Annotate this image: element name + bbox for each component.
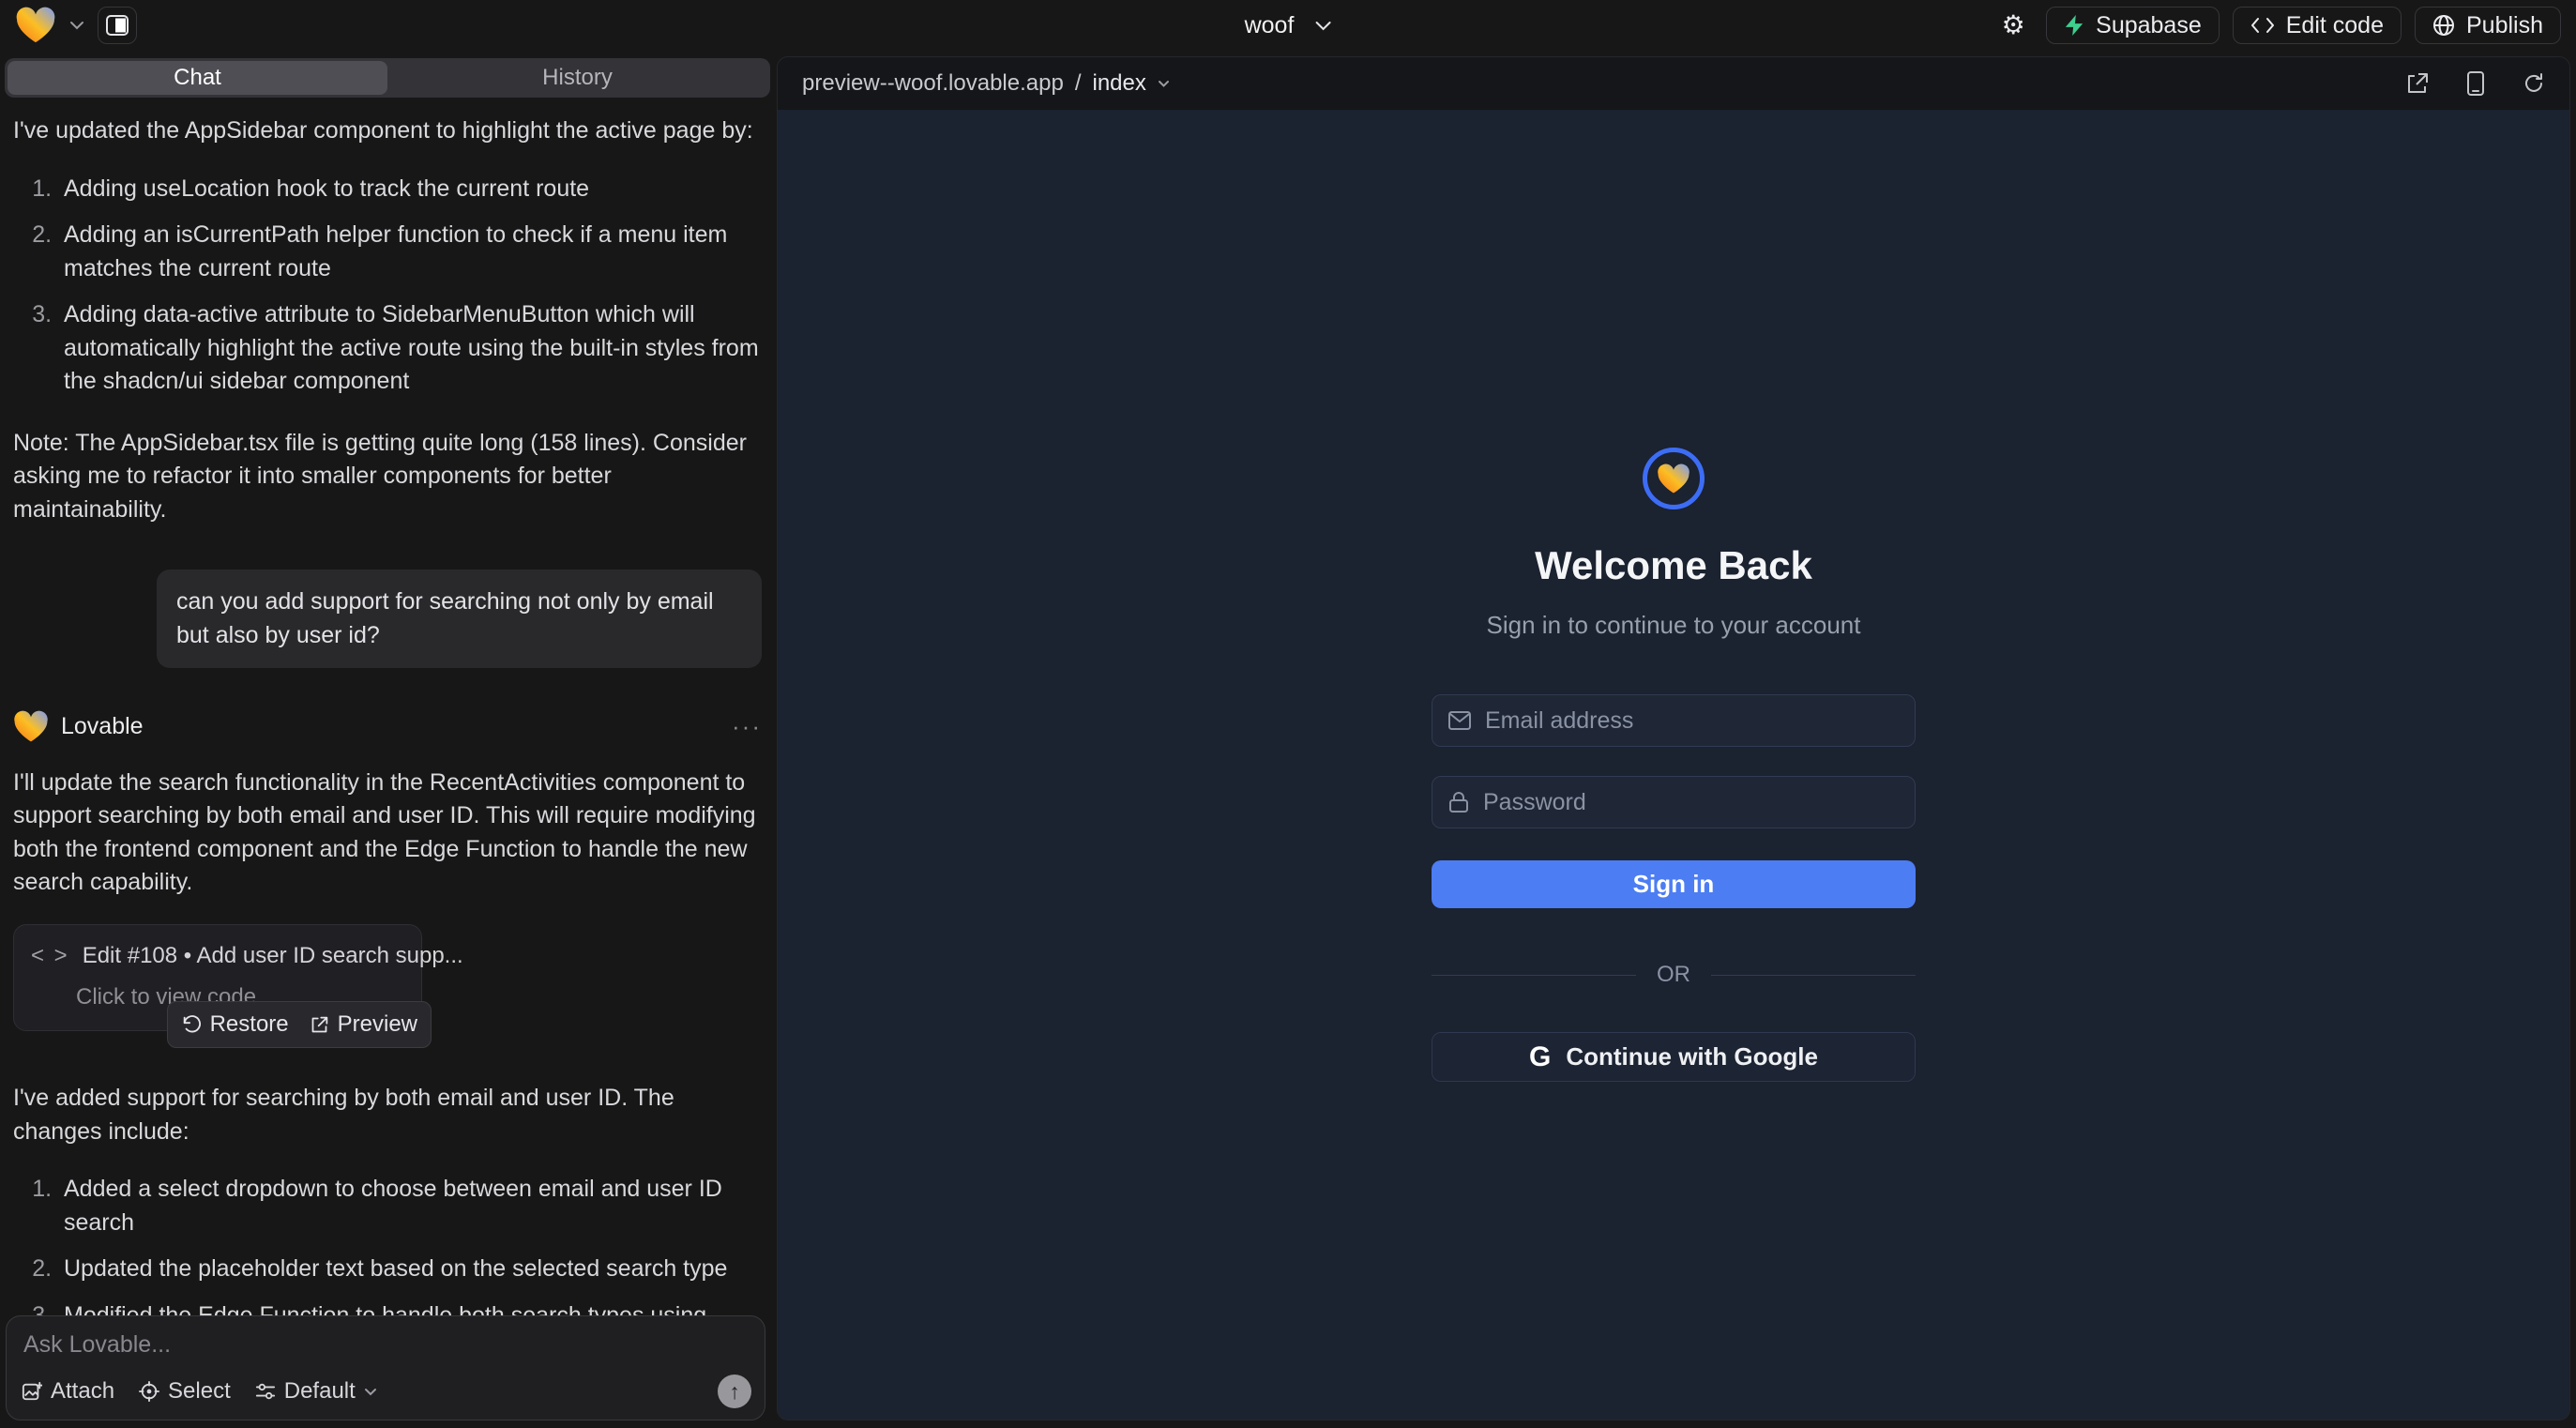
project-switcher[interactable]: woof <box>1245 12 1332 39</box>
sidebar-toggle-button[interactable] <box>98 7 137 44</box>
tab-chat[interactable]: Chat <box>8 61 387 95</box>
chat-panel: Chat History I've updated the AppSidebar… <box>0 51 775 1428</box>
code-icon: < > <box>31 940 69 972</box>
external-link-icon <box>310 1015 329 1035</box>
user-message-bubble: can you add support for searching not on… <box>157 570 762 668</box>
preview-url-selector[interactable]: preview--woof.lovable.app / index <box>802 70 1170 97</box>
user-message-row: can you add support for searching not on… <box>13 570 762 668</box>
mode-selector[interactable]: Default <box>255 1378 377 1405</box>
chevron-down-icon[interactable] <box>69 21 84 30</box>
continue-with-google-button[interactable]: G Continue with Google <box>1432 1032 1916 1082</box>
chevron-down-icon <box>1314 21 1331 31</box>
chat-input[interactable] <box>23 1331 748 1373</box>
preview-url-page: index <box>1092 70 1145 97</box>
chevron-down-icon <box>1158 80 1170 88</box>
attach-button[interactable]: Attach <box>22 1378 114 1405</box>
list-item: Adding an isCurrentPath helper function … <box>58 219 762 285</box>
refresh-icon[interactable] <box>2523 72 2545 95</box>
assistant-paragraph: I've added support for searching by both… <box>13 1082 762 1148</box>
app-heart-icon <box>1657 463 1690 494</box>
assistant-paragraph: I've updated the AppSidebar component to… <box>13 114 762 148</box>
edit-card-actions: Restore Preview <box>167 1001 432 1048</box>
code-icon <box>2250 17 2275 34</box>
page-title: Welcome Back <box>1535 543 1812 588</box>
email-field-wrap <box>1432 694 1916 747</box>
google-g-icon: G <box>1529 1041 1551 1073</box>
settings-button[interactable]: ⚙ <box>1993 7 2033 44</box>
page-subtitle: Sign in to continue to your account <box>1487 611 1861 640</box>
select-target-icon <box>139 1381 159 1402</box>
globe-icon <box>2432 14 2455 37</box>
email-field[interactable] <box>1485 707 1899 735</box>
select-button[interactable]: Select <box>139 1378 231 1405</box>
preview-button[interactable]: Preview <box>310 1009 417 1041</box>
mail-icon <box>1448 711 1471 730</box>
arrow-up-icon: ↑ <box>729 1379 740 1405</box>
or-divider: OR <box>1432 962 1916 988</box>
open-in-new-tab-icon[interactable] <box>2406 72 2429 95</box>
list-item: Adding data-active attribute to SidebarM… <box>58 298 762 399</box>
edit-card-title: Edit #108 • Add user ID search supp... <box>83 940 463 972</box>
lovable-logo-icon[interactable] <box>15 7 56 44</box>
chat-history-tabs: Chat History <box>5 58 770 98</box>
app-logo <box>1643 448 1705 509</box>
password-field[interactable] <box>1483 789 1899 816</box>
preview-url-separator: / <box>1075 70 1082 97</box>
lock-icon <box>1448 791 1469 813</box>
sign-in-button[interactable]: Sign in <box>1432 860 1916 908</box>
preview-url-domain: preview--woof.lovable.app <box>802 70 1064 97</box>
list-item: Updated the placeholder text based on th… <box>58 1253 762 1286</box>
or-label: OR <box>1657 962 1690 988</box>
send-button[interactable]: ↑ <box>718 1375 751 1408</box>
topbar: woof ⚙ Supabase Edit code Publish <box>0 0 2576 51</box>
gear-icon: ⚙ <box>2002 12 2025 38</box>
tab-history[interactable]: History <box>387 61 767 95</box>
message-menu-icon[interactable]: ··· <box>732 709 762 744</box>
list-item: Adding useLocation hook to track the cur… <box>58 173 762 206</box>
preview-chrome-bar: preview--woof.lovable.app / index <box>778 57 2569 110</box>
composer-toolbar: Attach Select Default ↑ <box>22 1375 751 1408</box>
preview-panel: preview--woof.lovable.app / index Welcom… <box>777 56 2570 1420</box>
attach-image-icon <box>22 1381 42 1402</box>
restore-icon <box>181 1014 202 1035</box>
composer: Attach Select Default ↑ <box>6 1315 765 1420</box>
assistant-paragraph: I'll update the search functionality in … <box>13 767 762 900</box>
lovable-avatar-icon <box>13 710 49 743</box>
edit-code-button[interactable]: Edit code <box>2233 7 2402 44</box>
password-field-wrap <box>1432 776 1916 828</box>
assistant-list: Adding useLocation hook to track the cur… <box>13 173 762 399</box>
chevron-down-icon <box>364 1388 377 1396</box>
project-name: woof <box>1245 12 1295 39</box>
signin-card: Welcome Back Sign in to continue to your… <box>1432 448 1916 1082</box>
panel-icon <box>106 15 129 36</box>
list-item: Added a select dropdown to choose betwee… <box>58 1173 762 1239</box>
assistant-name: Lovable <box>61 710 144 744</box>
sliders-icon <box>255 1381 276 1402</box>
supabase-button[interactable]: Supabase <box>2046 7 2220 44</box>
publish-button[interactable]: Publish <box>2415 7 2561 44</box>
supabase-bolt-icon <box>2064 14 2084 37</box>
preview-app-content: Welcome Back Sign in to continue to your… <box>778 110 2569 1420</box>
assistant-header: Lovable ··· <box>13 709 762 744</box>
chat-message-list[interactable]: I've updated the AppSidebar component to… <box>0 98 775 1428</box>
assistant-note: Note: The AppSidebar.tsx file is getting… <box>13 427 762 527</box>
mobile-view-icon[interactable] <box>2466 71 2485 96</box>
edit-card-wrap: < > Edit #108 • Add user ID search supp.… <box>13 924 422 1031</box>
restore-button[interactable]: Restore <box>181 1009 289 1041</box>
